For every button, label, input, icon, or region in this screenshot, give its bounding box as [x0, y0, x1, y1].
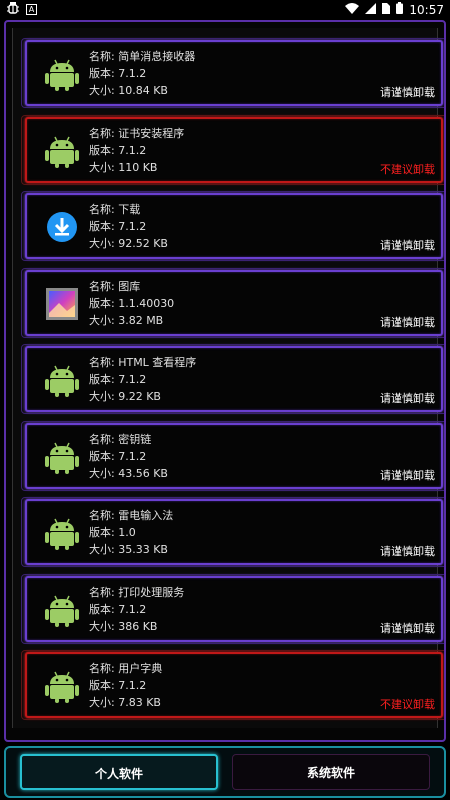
app-version: 版本: 7.1.2	[89, 602, 147, 616]
app-list-item[interactable]: 名称: 雷电输入法 版本: 1.0 大小: 35.33 KB 请谨慎卸载	[21, 497, 444, 567]
app-version: 版本: 7.1.2	[89, 449, 147, 463]
app-list-panel[interactable]: 名称: 简单消息接收器 版本: 7.1.2 大小: 10.84 KB 请谨慎卸载 名称:…	[4, 20, 446, 742]
app-info: 名称: 雷电输入法 版本: 1.0 大小: 35.33 KB	[89, 507, 173, 558]
android-icon	[45, 134, 79, 168]
signal-icon	[365, 2, 377, 17]
app-list-item[interactable]: 名称: 用户字典 版本: 7.1.2 大小: 7.83 KB 不建议卸载	[21, 650, 444, 720]
gallery-icon	[45, 287, 79, 321]
app-version: 版本: 7.1.2	[89, 679, 147, 692]
clock: 10:57	[409, 2, 444, 17]
status-bar: A 10:57	[0, 0, 450, 18]
app-size: 大小: 110 KB	[89, 160, 158, 174]
app-size: 大小: 3.82 MB	[89, 313, 164, 327]
uninstall-caution-label[interactable]: 请谨慎卸载	[380, 467, 435, 483]
app-info: 名称: 简单消息接收器 版本: 7.1.2 大小: 10.84 KB	[89, 48, 195, 99]
app-list-item[interactable]: 名称: 图库版本: 1.1.40030 大小: 3.82 MB 请谨慎卸载	[21, 267, 444, 338]
app-name: 名称: 密钥链	[89, 432, 152, 446]
app-list[interactable]: 名称: 简单消息接收器 版本: 7.1.2 大小: 10.84 KB 请谨慎卸载 名称:…	[12, 28, 444, 728]
uninstall-caution-label[interactable]: 请谨慎卸载	[380, 543, 435, 559]
app-size: 大小: 35.33 KB	[89, 543, 168, 556]
app-list-item[interactable]: 名称: 打印处理服务 版本: 7.1.2 大小: 386 KB 请谨慎卸载	[21, 573, 444, 644]
android-icon	[45, 669, 79, 703]
not-recommended-uninstall-label[interactable]: 不建议卸载	[380, 161, 435, 177]
android-icon	[45, 593, 79, 627]
app-name: 名称: 打印处理服务	[89, 585, 185, 599]
sim-icon	[382, 2, 391, 17]
uninstall-caution-label[interactable]: 请谨慎卸载	[380, 314, 435, 330]
uninstall-caution-label[interactable]: 请谨慎卸载	[380, 390, 435, 406]
app-version: 版本: 1.0	[89, 526, 136, 539]
app-name: 名称: HTML 查看程序	[89, 356, 197, 369]
app-version: 版本: 7.1.2	[89, 220, 147, 233]
app-info: 名称: 密钥链 版本: 7.1.2 大小: 43.56 KB	[89, 431, 168, 482]
a-badge-icon: A	[26, 4, 37, 15]
tab-personal-software[interactable]: 个人软件	[20, 754, 218, 790]
app-info: 名称: 图库版本: 1.1.40030 大小: 3.82 MB	[89, 278, 174, 329]
app-info: 名称: 打印处理服务 版本: 7.1.2 大小: 386 KB	[89, 584, 184, 635]
app-info: 名称: 证书安装程序 版本: 7.1.2 大小: 110 KB	[89, 125, 184, 176]
app-info: 名称: 下载 版本: 7.1.2 大小: 92.52 KB	[89, 201, 168, 252]
download-icon	[45, 210, 79, 244]
app-size: 大小: 7.83 KB	[89, 696, 161, 709]
app-size: 大小: 92.52 KB	[89, 237, 168, 250]
not-recommended-uninstall-label[interactable]: 不建议卸载	[380, 696, 435, 712]
bottom-tab-bar: 个人软件 系统软件	[4, 746, 446, 798]
app-size: 大小: 43.56 KB	[89, 466, 168, 480]
app-name: 名称: 下载	[89, 203, 141, 216]
uninstall-caution-label[interactable]: 请谨慎卸载	[380, 237, 435, 253]
battery-icon	[396, 2, 404, 17]
app-name: 名称: 证书安装程序	[89, 126, 185, 140]
android-icon	[45, 516, 79, 550]
android-icon	[45, 440, 79, 474]
app-size: 大小: 386 KB	[89, 619, 158, 633]
app-list-item[interactable]: 名称: 下载 版本: 7.1.2 大小: 92.52 KB 请谨慎卸载	[21, 191, 444, 261]
app-list-item[interactable]: 名称: HTML 查看程序 版本: 7.1.2 大小: 9.22 KB 请谨慎卸载	[21, 344, 444, 414]
android-icon	[45, 57, 79, 91]
app-version: 版本: 7.1.2	[89, 143, 147, 157]
bug-icon	[6, 2, 20, 17]
app-name: 名称: 简单消息接收器	[89, 50, 196, 63]
app-version: 版本: 7.1.2	[89, 373, 147, 386]
app-version: 版本: 1.1.40030	[89, 296, 175, 310]
app-name: 名称: 图库	[89, 279, 141, 293]
android-icon	[45, 363, 79, 397]
app-list-item[interactable]: 名称: 密钥链 版本: 7.1.2 大小: 43.56 KB 请谨慎卸载	[21, 420, 444, 491]
app-name: 名称: 用户字典	[89, 662, 163, 675]
app-size: 大小: 10.84 KB	[89, 84, 168, 97]
uninstall-caution-label[interactable]: 请谨慎卸载	[380, 84, 435, 100]
app-version: 版本: 7.1.2	[89, 67, 147, 80]
app-size: 大小: 9.22 KB	[89, 390, 161, 403]
wifi-icon	[345, 2, 360, 17]
app-list-item[interactable]: 名称: 简单消息接收器 版本: 7.1.2 大小: 10.84 KB 请谨慎卸载	[21, 38, 444, 108]
app-list-item[interactable]: 名称: 证书安装程序 版本: 7.1.2 大小: 110 KB 不建议卸载	[21, 114, 444, 185]
tab-system-software[interactable]: 系统软件	[232, 754, 430, 790]
app-name: 名称: 雷电输入法	[89, 509, 174, 522]
uninstall-caution-label[interactable]: 请谨慎卸载	[380, 620, 435, 636]
app-info: 名称: HTML 查看程序 版本: 7.1.2 大小: 9.22 KB	[89, 354, 196, 405]
app-info: 名称: 用户字典 版本: 7.1.2 大小: 7.83 KB	[89, 660, 162, 711]
